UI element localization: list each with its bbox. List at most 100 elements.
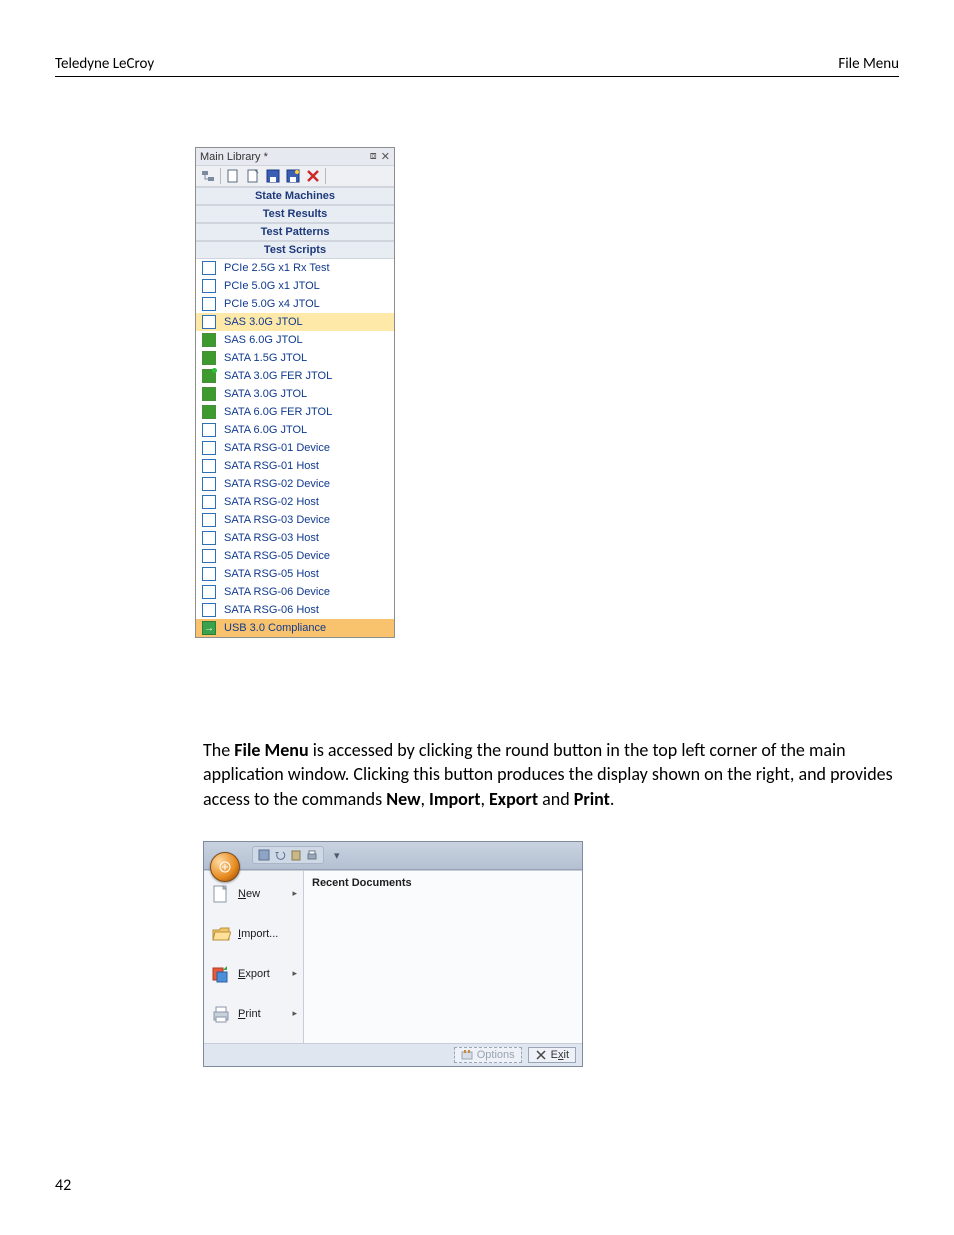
box-empty-icon	[202, 513, 216, 527]
box-empty-icon	[202, 459, 216, 473]
recent-documents-title: Recent Documents	[312, 877, 574, 889]
list-item[interactable]: SATA RSG-01 Host	[196, 457, 394, 475]
exit-button[interactable]: Exit	[528, 1047, 576, 1063]
list-item[interactable]: SATA RSG-03 Host	[196, 529, 394, 547]
options-icon	[461, 1049, 473, 1061]
box-green-icon	[202, 387, 216, 401]
list-item[interactable]: SATA 3.0G JTOL	[196, 385, 394, 403]
list-item-label: SATA RSG-05 Device	[224, 550, 330, 562]
submenu-arrow-icon: ▸	[292, 888, 297, 899]
export-icon	[210, 963, 232, 985]
qat-save-icon[interactable]	[257, 848, 271, 862]
box-empty-icon	[202, 549, 216, 563]
file-menu-item-ew[interactable]: New▸	[206, 877, 301, 911]
list-item[interactable]: PCIe 2.5G x1 Rx Test	[196, 259, 394, 277]
list-item[interactable]: SAS 6.0G JTOL	[196, 331, 394, 349]
export-icon	[211, 964, 231, 984]
text: ,	[420, 788, 429, 810]
list-item-label: SATA 6.0G FER JTOL	[224, 406, 332, 418]
delete-icon[interactable]	[305, 168, 321, 184]
options-button[interactable]: Options	[454, 1047, 522, 1063]
menu-item-label: Print	[238, 1008, 261, 1020]
list-item-label: SATA RSG-02 Device	[224, 478, 330, 490]
list-item[interactable]: SATA RSG-02 Host	[196, 493, 394, 511]
list-item[interactable]: SAS 3.0G JTOL	[196, 313, 394, 331]
printer-icon	[211, 1004, 231, 1024]
file-menu-footer: Options Exit	[204, 1043, 582, 1066]
file-menu-item-mport[interactable]: Import...	[206, 917, 301, 951]
box-empty-icon	[202, 423, 216, 437]
box-green-dot-icon	[202, 369, 216, 383]
header-left: Teledyne LeCroy	[55, 55, 154, 73]
script-list: PCIe 2.5G x1 Rx Test PCIe 5.0G x1 JTOLPCI…	[196, 259, 394, 637]
quick-access-toolbar	[252, 846, 324, 864]
list-item[interactable]: PCIe 5.0G x4 JTOL	[196, 295, 394, 313]
menu-item-label: Import...	[238, 928, 278, 940]
list-item[interactable]: → USB 3.0 Compliance	[196, 619, 394, 637]
qat-paste-icon[interactable]	[289, 848, 303, 862]
bold-import: Import	[429, 788, 480, 810]
list-item-label: SATA 6.0G JTOL	[224, 424, 307, 436]
save-as-icon[interactable]	[285, 168, 301, 184]
list-item[interactable]: SATA 3.0G FER JTOL	[196, 367, 394, 385]
qat-print-icon[interactable]	[305, 848, 319, 862]
options-label: Options	[477, 1049, 515, 1061]
list-item-label: SATA 3.0G FER JTOL	[224, 370, 332, 382]
box-green-icon	[202, 405, 216, 419]
qat-undo-icon[interactable]	[273, 848, 287, 862]
file-menu-item-rint[interactable]: Print ▸	[206, 997, 301, 1031]
list-item[interactable]: SATA 6.0G FER JTOL	[196, 403, 394, 421]
page-header: Teledyne LeCroy File Menu	[55, 55, 899, 77]
list-item[interactable]: SATA RSG-01 Device	[196, 439, 394, 457]
list-item[interactable]: SATA 6.0G JTOL	[196, 421, 394, 439]
list-item[interactable]: SATA RSG-02 Device	[196, 475, 394, 493]
list-item-label: SATA RSG-03 Host	[224, 532, 319, 544]
menu-item-label: Export	[238, 968, 270, 980]
list-item[interactable]: SATA RSG-05 Device	[196, 547, 394, 565]
list-item-label: SATA 1.5G JTOL	[224, 352, 307, 364]
list-item[interactable]: SATA RSG-06 Device	[196, 583, 394, 601]
list-item-label: SATA RSG-01 Device	[224, 442, 330, 454]
list-item[interactable]: SATA RSG-05 Host	[196, 565, 394, 583]
folder-tree-icon[interactable]	[200, 168, 216, 184]
box-empty-icon	[202, 495, 216, 509]
folder-open-icon	[210, 923, 232, 945]
header-right: File Menu	[838, 55, 899, 73]
list-item[interactable]: SATA 1.5G JTOL	[196, 349, 394, 367]
close-icon[interactable]: ✕	[381, 150, 390, 163]
library-section-header[interactable]: Test Scripts	[196, 241, 394, 259]
library-section-header[interactable]: State Machines	[196, 187, 394, 205]
list-item[interactable]: SATA RSG-03 Device	[196, 511, 394, 529]
box-empty-icon	[202, 531, 216, 545]
submenu-arrow-icon: ▸	[292, 968, 297, 979]
list-item-label: SATA RSG-06 Device	[224, 586, 330, 598]
qat-dropdown-icon[interactable]: ▾	[334, 849, 340, 862]
library-section-header[interactable]: Test Patterns	[196, 223, 394, 241]
folder-open-icon	[211, 924, 231, 944]
list-item[interactable]: SATA RSG-06 Host	[196, 601, 394, 619]
bold-file-menu: File Menu	[234, 739, 308, 761]
file-menu-items: New▸ Import... Export ▸ Print ▸	[204, 871, 304, 1043]
bold-export: Export	[489, 788, 538, 810]
list-item-label: USB 3.0 Compliance	[224, 622, 326, 634]
open-doc-icon[interactable]	[245, 168, 261, 184]
pin-icon[interactable]: ⧈	[370, 150, 377, 163]
recent-documents-pane: Recent Documents	[304, 871, 582, 1043]
list-item-label: SAS 3.0G JTOL	[224, 316, 303, 328]
text: and	[538, 788, 574, 810]
arrow-icon: →	[202, 621, 216, 635]
library-section-header[interactable]: Test Results	[196, 205, 394, 223]
list-item[interactable]: PCIe 5.0G x1 JTOL	[196, 277, 394, 295]
library-title: Main Library *	[200, 151, 268, 163]
box-empty-icon	[202, 297, 216, 311]
submenu-arrow-icon: ▸	[292, 1008, 297, 1019]
new-doc-icon[interactable]	[225, 168, 241, 184]
page-number: 42	[55, 1176, 71, 1195]
exit-label: Exit	[551, 1049, 569, 1061]
list-item-label: PCIe 2.5G x1 Rx Test	[224, 262, 330, 274]
box-green-icon	[202, 351, 216, 365]
file-menu-item-xport[interactable]: Export ▸	[206, 957, 301, 991]
save-icon[interactable]	[265, 168, 281, 184]
box-empty-icon	[202, 603, 216, 617]
main-library-panel: Main Library * ⧈ ✕ State MachinesTest Re…	[195, 147, 395, 638]
